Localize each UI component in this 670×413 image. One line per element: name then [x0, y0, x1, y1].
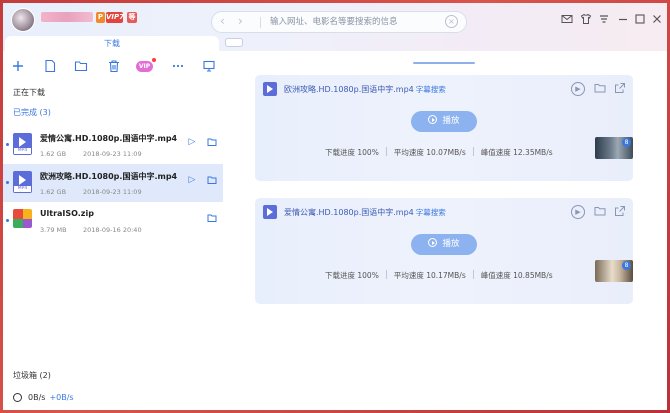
play-button[interactable]: 播放: [411, 234, 477, 255]
file-name: 欧洲攻略.HD.1080p.国语中字.mp4: [40, 172, 178, 181]
search-divider: [260, 17, 261, 28]
zip-file-icon: [13, 209, 32, 228]
shirt-icon[interactable]: [579, 13, 593, 27]
mail-icon[interactable]: [560, 13, 574, 27]
close-search-icon[interactable]: ×: [445, 15, 458, 28]
menu-icon[interactable]: [597, 13, 611, 27]
share-icon[interactable]: [613, 205, 627, 219]
avatar[interactable]: [11, 8, 35, 32]
tab-download[interactable]: 下载: [5, 36, 219, 51]
play-icon[interactable]: ▷: [187, 137, 197, 147]
peak-speed: 峰值速度 10.85MB/s: [480, 271, 553, 280]
video-thumbnail[interactable]: 8: [595, 260, 633, 282]
status-dot: [6, 143, 9, 146]
username-blurred[interactable]: [41, 12, 93, 22]
video-file-icon: MP4: [13, 171, 32, 193]
download-card: 爱情公寓.HD.1080p.国语中字.mp4 字幕搜索 ▶ 播放 下载进度 100…: [255, 198, 633, 304]
file-size: 1.62 GB: [40, 188, 67, 196]
download-sidebar: 正在下载 已完成 (3) MP4 爱情公寓.HD.1080p.国语中字.mp4 …: [3, 83, 235, 410]
new-tab-button[interactable]: [225, 38, 243, 47]
list-item[interactable]: UltraISO.zip 3.79 MB 2018-09-16 20:40: [3, 202, 223, 240]
avg-speed: 平均速度 10.17MB/s: [393, 271, 466, 280]
folder-icon[interactable]: [593, 205, 607, 219]
level-badge: 等: [127, 12, 137, 23]
file-date: 2018-09-23 11:09: [83, 188, 142, 196]
avg-speed: 平均速度 10.07MB/s: [393, 148, 466, 157]
notification-dot: [152, 58, 156, 62]
open-folder-icon[interactable]: [207, 137, 217, 147]
subtitle-search-link[interactable]: 字幕搜索: [416, 208, 446, 217]
file-date: 2018-09-23 11:09: [83, 150, 142, 158]
completed-section[interactable]: 已完成 (3): [13, 107, 51, 118]
chevron-left-icon[interactable]: ‹: [220, 14, 225, 28]
folder-icon[interactable]: [73, 59, 89, 75]
clock-icon: [13, 393, 22, 402]
scroll-indicator: [413, 62, 475, 64]
play-button[interactable]: 播放: [411, 111, 477, 132]
progress-text: 下载进度 100%: [325, 271, 379, 280]
download-speed: 0B/s: [28, 393, 46, 402]
p-badge: P: [96, 12, 105, 23]
file-name: 爱情公寓.HD.1080p.国语中字.mp4: [40, 134, 178, 143]
play-circle-icon[interactable]: ▶: [571, 205, 585, 219]
minimize-icon[interactable]: [616, 13, 630, 27]
share-icon[interactable]: [613, 82, 627, 96]
speed-indicator: 0B/s +0B/s: [13, 393, 74, 402]
detail-panel: 欧洲攻略.HD.1080p.国语中字.mp4 字幕搜索 ▶ 播放 下载进度 100…: [223, 51, 667, 410]
video-file-icon: MP4: [13, 133, 32, 155]
download-toolbar: VIP: [3, 51, 223, 83]
progress-text: 下载进度 100%: [325, 148, 379, 157]
file-date: 2018-09-16 20:40: [83, 226, 142, 234]
chevron-right-icon[interactable]: ›: [238, 14, 243, 28]
app-window: P VIP7 等 ‹ › × 下载: [3, 3, 667, 410]
download-stats: 下载进度 100% 平均速度 10.07MB/s 峰值速度 12.35MB/s: [325, 147, 565, 158]
plus-icon[interactable]: [10, 59, 26, 75]
open-folder-icon[interactable]: [207, 213, 217, 223]
more-icon[interactable]: [170, 59, 186, 75]
upload-speed: +0B/s: [49, 393, 74, 402]
list-item-selected[interactable]: MP4 欧洲攻略.HD.1080p.国语中字.mp4 1.62 GB 2018-…: [3, 164, 235, 202]
new-file-icon[interactable]: [42, 59, 58, 75]
screen-icon[interactable]: [201, 59, 217, 75]
close-icon[interactable]: [650, 13, 664, 27]
maximize-icon[interactable]: [633, 13, 647, 27]
peak-speed: 峰值速度 12.35MB/s: [480, 148, 553, 157]
play-circle-icon[interactable]: ▶: [571, 82, 585, 96]
subtitle-search-link[interactable]: 字幕搜索: [416, 85, 446, 94]
open-folder-icon[interactable]: [207, 175, 217, 185]
file-size: 3.79 MB: [40, 226, 67, 234]
title-bar: P VIP7 等 ‹ › × 下载: [3, 3, 667, 51]
video-file-icon: [263, 205, 277, 219]
status-dot: [6, 181, 9, 184]
vip-badge[interactable]: VIP7: [106, 12, 124, 23]
vip-icon[interactable]: VIP: [136, 61, 153, 72]
video-file-icon: [263, 82, 277, 96]
play-icon[interactable]: ▷: [187, 175, 197, 185]
delete-icon[interactable]: [106, 59, 122, 75]
video-thumbnail[interactable]: 8: [595, 137, 633, 159]
status-dot: [6, 219, 9, 222]
trash-section[interactable]: 垃圾箱 (2): [13, 370, 51, 381]
file-size: 1.62 GB: [40, 150, 67, 158]
card-title: 爱情公寓.HD.1080p.国语中字.mp4 字幕搜索: [284, 208, 446, 217]
card-title: 欧洲攻略.HD.1080p.国语中字.mp4 字幕搜索: [284, 85, 446, 94]
thumbnail-badge: 8: [622, 261, 631, 270]
folder-icon[interactable]: [593, 82, 607, 96]
thumbnail-badge: 8: [622, 138, 631, 147]
list-item[interactable]: MP4 爱情公寓.HD.1080p.国语中字.mp4 1.62 GB 2018-…: [3, 126, 223, 164]
download-stats: 下载进度 100% 平均速度 10.17MB/s 峰值速度 10.85MB/s: [325, 270, 565, 281]
file-name: UltraISO.zip: [40, 209, 94, 218]
downloading-section[interactable]: 正在下载: [13, 87, 45, 98]
download-card: 欧洲攻略.HD.1080p.国语中字.mp4 字幕搜索 ▶ 播放 下载进度 100…: [255, 75, 633, 181]
search-bar: ‹ › ×: [211, 11, 467, 33]
search-input[interactable]: [270, 15, 440, 29]
